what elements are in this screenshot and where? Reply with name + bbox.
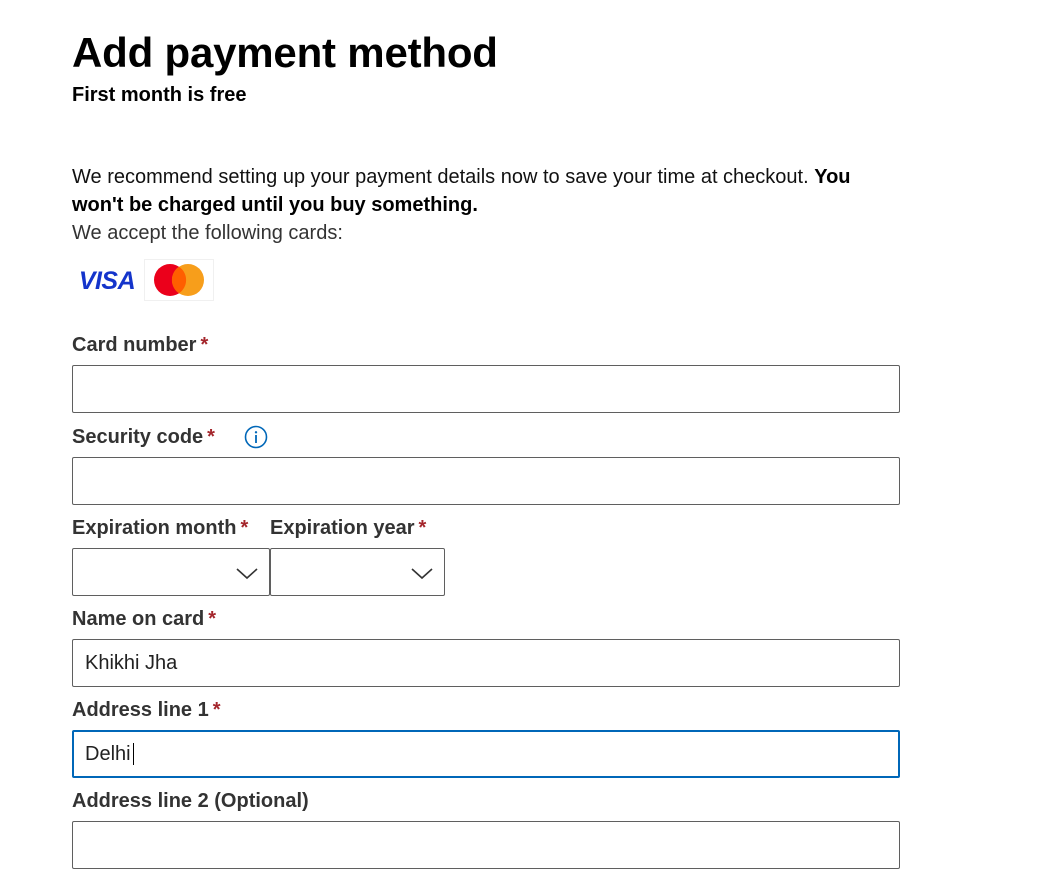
name-on-card-label: Name on card * bbox=[72, 606, 216, 632]
text-cursor bbox=[133, 743, 134, 765]
address-line-2-label: Address line 2 (Optional) bbox=[72, 788, 309, 814]
info-icon[interactable] bbox=[244, 425, 268, 449]
required-marker: * bbox=[418, 517, 427, 539]
mastercard-logo bbox=[144, 259, 214, 301]
svg-text:VISA: VISA bbox=[79, 268, 135, 292]
security-code-label: Security code * bbox=[72, 424, 215, 450]
expiration-year-label: Expiration year * bbox=[270, 515, 426, 541]
expiration-year-label-text: Expiration year bbox=[270, 517, 415, 539]
expiration-month-select[interactable] bbox=[72, 548, 270, 596]
security-code-input[interactable] bbox=[72, 457, 900, 505]
required-marker: * bbox=[212, 699, 221, 721]
accepted-cards-label: We accept the following cards: bbox=[72, 222, 343, 244]
address-line-1-label-text: Address line 1 bbox=[72, 699, 209, 721]
address-line-1-input[interactable] bbox=[72, 730, 900, 778]
card-number-label-text: Card number bbox=[72, 334, 197, 356]
required-marker: * bbox=[208, 608, 217, 630]
required-marker: * bbox=[240, 517, 249, 539]
intro-text-regular: We recommend setting up your payment det… bbox=[72, 166, 809, 188]
name-on-card-input[interactable] bbox=[72, 639, 900, 687]
card-number-input[interactable] bbox=[72, 365, 900, 413]
page-subtitle: First month is free bbox=[72, 84, 247, 106]
visa-logo: VISA bbox=[72, 259, 142, 301]
page-title: Add payment method bbox=[72, 29, 498, 76]
expiration-month-label: Expiration month * bbox=[72, 515, 248, 541]
address-line-1-label: Address line 1 * bbox=[72, 697, 221, 723]
chevron-down-icon bbox=[411, 568, 433, 580]
address-line-2-label-text: Address line 2 (Optional) bbox=[72, 790, 309, 812]
accepted-cards-list: VISA bbox=[72, 259, 214, 302]
name-on-card-label-text: Name on card bbox=[72, 608, 205, 630]
card-number-label: Card number * bbox=[72, 332, 208, 358]
required-marker: * bbox=[200, 334, 209, 356]
security-code-label-text: Security code bbox=[72, 426, 204, 448]
required-marker: * bbox=[207, 426, 215, 448]
expiration-year-select[interactable] bbox=[270, 548, 445, 596]
expiration-month-label-text: Expiration month bbox=[72, 517, 237, 539]
intro-text: We recommend setting up your payment det… bbox=[72, 163, 902, 219]
chevron-down-icon bbox=[236, 568, 258, 580]
